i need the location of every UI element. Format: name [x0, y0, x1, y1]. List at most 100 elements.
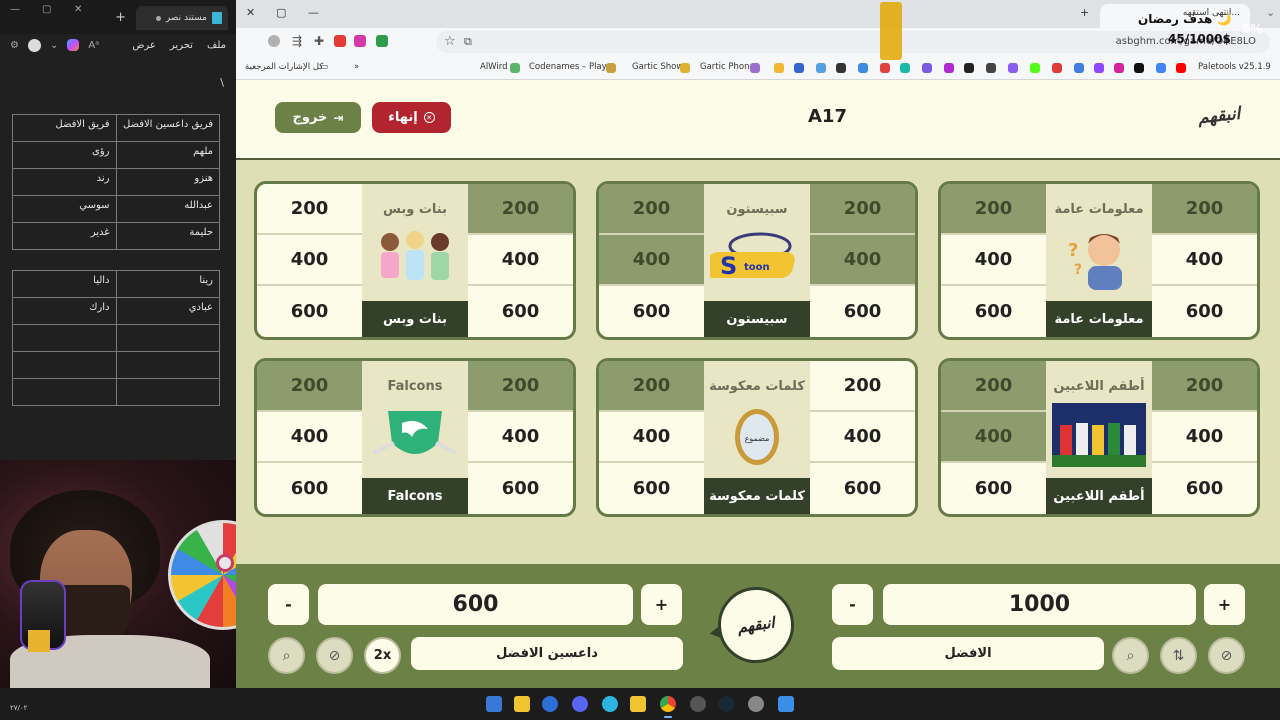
table-cell[interactable]: ملهم: [115, 141, 220, 169]
team-left-minus-button[interactable]: -: [268, 584, 309, 625]
question-cell[interactable]: 200: [468, 361, 573, 412]
tune-icon[interactable]: ⇶: [292, 34, 302, 48]
start-icon[interactable]: [778, 696, 794, 712]
bookmark-icon-6[interactable]: [880, 63, 890, 73]
block-icon[interactable]: ⊘: [316, 637, 353, 674]
question-cell[interactable]: 400: [810, 235, 915, 286]
table-cell[interactable]: سوسي: [12, 195, 117, 223]
chrome-icon[interactable]: [660, 696, 676, 718]
table-cell[interactable]: رينا: [115, 270, 220, 298]
bookmark-icon-2[interactable]: [794, 63, 804, 73]
table-cell[interactable]: رؤى: [12, 141, 117, 169]
question-cell[interactable]: 400: [810, 412, 915, 463]
table-cell[interactable]: [115, 351, 220, 379]
maximize-icon[interactable]: ▢: [42, 4, 51, 15]
question-cell[interactable]: 600: [257, 463, 362, 514]
question-cell[interactable]: 400: [257, 412, 362, 463]
question-cell[interactable]: 600: [941, 286, 1046, 337]
close-window-icon[interactable]: ✕: [246, 6, 255, 19]
file-explorer-icon[interactable]: [630, 696, 646, 712]
close-icon[interactable]: ✕: [74, 4, 82, 15]
bookmark-icon-12[interactable]: [1008, 63, 1018, 73]
question-cell[interactable]: 600: [810, 286, 915, 337]
new-tab-icon[interactable]: +: [1080, 6, 1089, 19]
minimize-window-icon[interactable]: —: [308, 6, 319, 19]
bookmark-icon-5[interactable]: [858, 63, 868, 73]
bookmark-all[interactable]: كل الإشارات المرجعية: [245, 62, 323, 72]
table-cell[interactable]: [12, 324, 117, 352]
twitch-icon[interactable]: [1094, 63, 1104, 73]
question-cell[interactable]: 200: [468, 184, 573, 235]
bookmark-codenames[interactable]: Codenames – Play...: [529, 62, 614, 72]
question-cell[interactable]: 600: [468, 286, 573, 337]
discord-icon[interactable]: [572, 696, 588, 712]
question-cell[interactable]: 400: [941, 412, 1046, 463]
team-right-plus-button[interactable]: +: [1204, 584, 1245, 625]
question-cell[interactable]: 200: [941, 184, 1046, 235]
swap-icon[interactable]: ⇅: [1160, 637, 1197, 674]
url-field[interactable]: ☆ ⧉ asbghm.com/game/ORE8LO: [436, 31, 1270, 53]
question-cell[interactable]: 200: [257, 361, 362, 412]
question-cell[interactable]: 600: [1152, 463, 1257, 514]
question-cell[interactable]: 400: [1152, 235, 1257, 286]
table-cell[interactable]: [115, 324, 220, 352]
roblox-icon[interactable]: [514, 696, 530, 712]
block-icon[interactable]: ⊘: [1208, 637, 1245, 674]
extensions-icon[interactable]: ✚: [314, 34, 324, 48]
cast-icon[interactable]: ⧉: [464, 35, 472, 49]
bookmark-icon-4[interactable]: [836, 63, 846, 73]
double-points-button[interactable]: 2x: [364, 637, 401, 674]
bookmark-star-icon[interactable]: ☆: [444, 34, 456, 49]
bookmark-icon-7[interactable]: [900, 63, 910, 73]
table-cell[interactable]: رند: [12, 168, 117, 196]
bookmark-icon-11[interactable]: [986, 63, 996, 73]
question-cell[interactable]: 400: [941, 235, 1046, 286]
bookmark-gartic-show[interactable]: Gartic Show: [632, 62, 683, 72]
question-cell[interactable]: 600: [810, 463, 915, 514]
question-cell[interactable]: 200: [810, 184, 915, 235]
ublock-icon[interactable]: [334, 35, 346, 47]
question-cell[interactable]: 400: [257, 235, 362, 286]
team-left-plus-button[interactable]: +: [641, 584, 682, 625]
table-cell[interactable]: [115, 378, 220, 406]
table-cell[interactable]: هنزو: [115, 168, 220, 196]
table-cell[interactable]: عبادي: [115, 297, 220, 325]
youtube-icon[interactable]: [1176, 63, 1186, 73]
new-tab-icon[interactable]: +: [115, 10, 126, 25]
bookmark-paletools[interactable]: Paletools v25.1.9: [1198, 62, 1271, 72]
search-icon[interactable]: ⌕: [268, 637, 305, 674]
x-icon[interactable]: [1134, 63, 1144, 73]
bookmark-icon-8[interactable]: [922, 63, 932, 73]
folder-icon[interactable]: ▭: [320, 62, 328, 72]
bookmark-alwird[interactable]: AlWird: [480, 62, 508, 72]
exit-button[interactable]: خروج ⇥: [275, 102, 361, 133]
table-cell[interactable]: عبدالله: [115, 195, 220, 223]
avatar[interactable]: [27, 38, 41, 52]
question-cell[interactable]: 600: [599, 286, 704, 337]
bookmark-icon-1[interactable]: [774, 63, 784, 73]
table-cell[interactable]: فريق الافضل: [12, 114, 117, 142]
question-cell[interactable]: 400: [468, 235, 573, 286]
question-cell[interactable]: 600: [468, 463, 573, 514]
restore-window-icon[interactable]: ▢: [276, 6, 286, 19]
question-cell[interactable]: 200: [599, 361, 704, 412]
settings-icon[interactable]: ⚙: [10, 40, 19, 51]
table-cell[interactable]: [12, 351, 117, 379]
end-game-button[interactable]: إنهاء ✕: [372, 102, 451, 133]
bookmarks-overflow-icon[interactable]: »: [354, 62, 359, 72]
chevron-down-icon[interactable]: ⌄: [50, 40, 58, 51]
question-cell[interactable]: 200: [810, 361, 915, 412]
team-right-minus-button[interactable]: -: [832, 584, 873, 625]
question-cell[interactable]: 400: [599, 235, 704, 286]
question-cell[interactable]: 200: [1152, 184, 1257, 235]
question-cell[interactable]: 600: [599, 463, 704, 514]
table-cell[interactable]: دارك: [12, 297, 117, 325]
bookmark-icon-14[interactable]: [1074, 63, 1084, 73]
question-cell[interactable]: 600: [941, 463, 1046, 514]
question-cell[interactable]: 200: [1152, 361, 1257, 412]
bookmark-icon-13[interactable]: [1052, 63, 1062, 73]
question-cell[interactable]: 200: [599, 184, 704, 235]
kick-icon[interactable]: [1030, 63, 1040, 73]
bookmark-icon-15[interactable]: [1156, 63, 1166, 73]
question-cell[interactable]: 400: [468, 412, 573, 463]
